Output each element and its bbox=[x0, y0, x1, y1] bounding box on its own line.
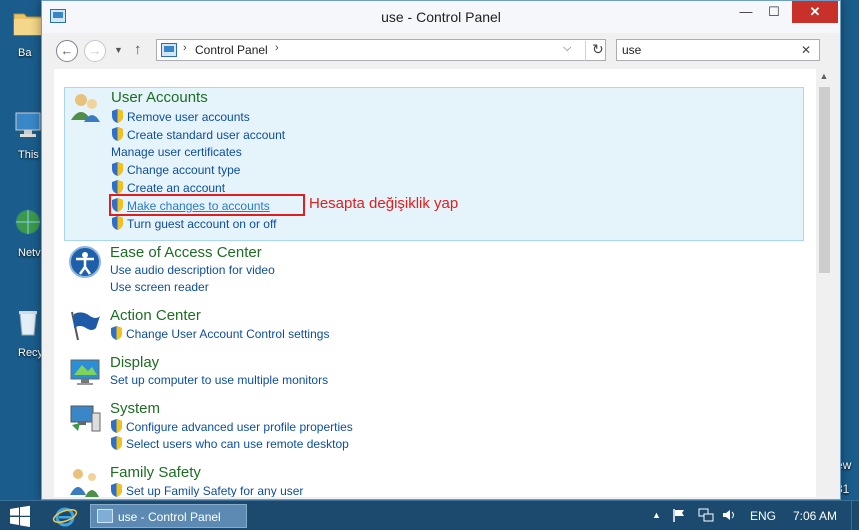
uac-shield-icon bbox=[112, 216, 123, 230]
back-button[interactable]: ← bbox=[56, 40, 78, 62]
group-title[interactable]: Family Safety bbox=[110, 464, 201, 481]
result-group-ease-of-access: Ease of Access Center Use audio descript… bbox=[64, 243, 804, 299]
uac-shield-icon bbox=[112, 162, 123, 176]
windows-start-icon[interactable] bbox=[6, 505, 34, 527]
breadcrumb-chevron-icon[interactable]: › bbox=[183, 42, 187, 54]
uac-shield-icon bbox=[112, 127, 123, 141]
link-set-up-multiple-monitors[interactable]: Set up computer to use multiple monitors bbox=[110, 373, 328, 390]
scroll-up-arrow-icon[interactable]: ▲ bbox=[816, 71, 832, 81]
scrollbar-thumb[interactable] bbox=[819, 87, 830, 273]
family-safety-icon bbox=[70, 469, 99, 497]
up-button[interactable]: ↑ bbox=[134, 41, 142, 58]
address-bar[interactable]: › Control Panel › ⌵ ↻ bbox=[156, 39, 606, 61]
control-panel-icon bbox=[97, 509, 113, 523]
group-title[interactable]: System bbox=[110, 400, 160, 417]
result-group-action-center: Action Center Change User Account Contro… bbox=[64, 306, 804, 342]
link-configure-advanced-user-profile[interactable]: Configure advanced user profile properti… bbox=[110, 419, 353, 436]
ease-of-access-icon bbox=[69, 246, 101, 278]
volume-icon[interactable] bbox=[722, 508, 736, 522]
group-title[interactable]: Ease of Access Center bbox=[110, 244, 262, 261]
link-use-audio-description-for-video[interactable]: Use audio description for video bbox=[110, 263, 275, 280]
link-use-screen-reader[interactable]: Use screen reader bbox=[110, 280, 209, 297]
uac-shield-icon bbox=[112, 109, 123, 123]
link-select-remote-desktop-users[interactable]: Select users who can use remote desktop bbox=[110, 436, 349, 453]
uac-shield-icon bbox=[111, 326, 122, 340]
annotation-text: Hesapta değişiklik yap bbox=[309, 195, 459, 212]
search-results-pane: User Accounts Remove user accounts Creat… bbox=[54, 69, 832, 497]
search-input[interactable]: use bbox=[622, 43, 641, 57]
folder-icon bbox=[13, 13, 43, 36]
forward-button[interactable]: → bbox=[84, 40, 106, 62]
taskbar-item-control-panel[interactable]: use - Control Panel bbox=[90, 504, 247, 528]
annotation-highlight-box bbox=[109, 194, 305, 216]
internet-explorer-icon[interactable] bbox=[52, 503, 78, 529]
clock[interactable]: 7:06 AM bbox=[793, 509, 837, 523]
link-change-uac-settings[interactable]: Change User Account Control settings bbox=[110, 326, 329, 343]
show-desktop-button[interactable] bbox=[851, 501, 859, 530]
link-set-up-family-safety[interactable]: Set up Family Safety for any user bbox=[110, 483, 303, 497]
action-center-flag-icon bbox=[71, 311, 100, 341]
computer-icon bbox=[15, 112, 41, 137]
link-remove-user-accounts[interactable]: Remove user accounts bbox=[111, 109, 250, 126]
action-center-flag-icon[interactable] bbox=[672, 508, 686, 522]
navigation-toolbar: ← → ▼ ↑ › Control Panel › ⌵ ↻ use ✕ bbox=[42, 33, 840, 67]
user-accounts-icon bbox=[71, 94, 100, 122]
vertical-scrollbar[interactable]: ▲ bbox=[816, 69, 832, 497]
clear-search-button[interactable]: ✕ bbox=[801, 43, 811, 57]
address-dropdown-icon[interactable]: ⌵ bbox=[563, 42, 571, 55]
link-turn-guest-account-on-or-off[interactable]: Turn guest account on or off bbox=[111, 216, 276, 233]
network-icon[interactable] bbox=[698, 507, 714, 523]
input-language-indicator[interactable]: ENG bbox=[750, 509, 776, 523]
result-group-display: Display Set up computer to use multiple … bbox=[64, 353, 804, 389]
result-group-family-safety: Family Safety Set up Family Safety for a… bbox=[64, 463, 804, 497]
close-button[interactable]: ✕ bbox=[792, 1, 838, 23]
taskbar-item-label: use - Control Panel bbox=[118, 510, 221, 524]
link-manage-user-certificates[interactable]: Manage user certificates bbox=[111, 145, 242, 162]
breadcrumb-control-panel[interactable]: Control Panel bbox=[195, 43, 268, 57]
minimize-button[interactable]: — bbox=[732, 1, 760, 23]
show-hidden-icons-button[interactable]: ▲ bbox=[652, 510, 661, 520]
refresh-button[interactable]: ↻ bbox=[585, 41, 604, 61]
control-panel-window: use - Control Panel — ☐ ✕ ← → ▼ ↑ › Cont… bbox=[41, 0, 841, 500]
maximize-button[interactable]: ☐ bbox=[760, 1, 788, 23]
group-title[interactable]: Action Center bbox=[110, 307, 201, 324]
breadcrumb-chevron-icon[interactable]: › bbox=[275, 42, 279, 54]
uac-shield-icon bbox=[112, 180, 123, 194]
display-icon bbox=[70, 359, 100, 385]
link-change-account-type[interactable]: Change account type bbox=[111, 162, 240, 179]
taskbar: use - Control Panel ▲ ENG 7:06 AM bbox=[0, 500, 859, 530]
result-group-user-accounts: User Accounts Remove user accounts Creat… bbox=[64, 87, 804, 241]
search-box[interactable]: use ✕ bbox=[616, 39, 820, 61]
group-title[interactable]: User Accounts bbox=[111, 89, 208, 106]
system-icon bbox=[70, 405, 101, 432]
group-title[interactable]: Display bbox=[110, 354, 159, 371]
uac-shield-icon bbox=[111, 483, 122, 497]
control-panel-icon bbox=[161, 43, 177, 57]
globe-icon bbox=[15, 209, 41, 235]
recent-locations-dropdown[interactable]: ▼ bbox=[114, 45, 123, 55]
link-create-standard-user-account[interactable]: Create standard user account bbox=[111, 127, 285, 144]
uac-shield-icon bbox=[111, 419, 122, 433]
window-title: use - Control Panel bbox=[381, 9, 501, 25]
title-bar[interactable]: use - Control Panel — ☐ ✕ bbox=[42, 1, 840, 33]
recycle-bin-icon bbox=[19, 311, 37, 336]
uac-shield-icon bbox=[111, 436, 122, 450]
result-group-system: System Configure advanced user profile p… bbox=[64, 399, 804, 455]
